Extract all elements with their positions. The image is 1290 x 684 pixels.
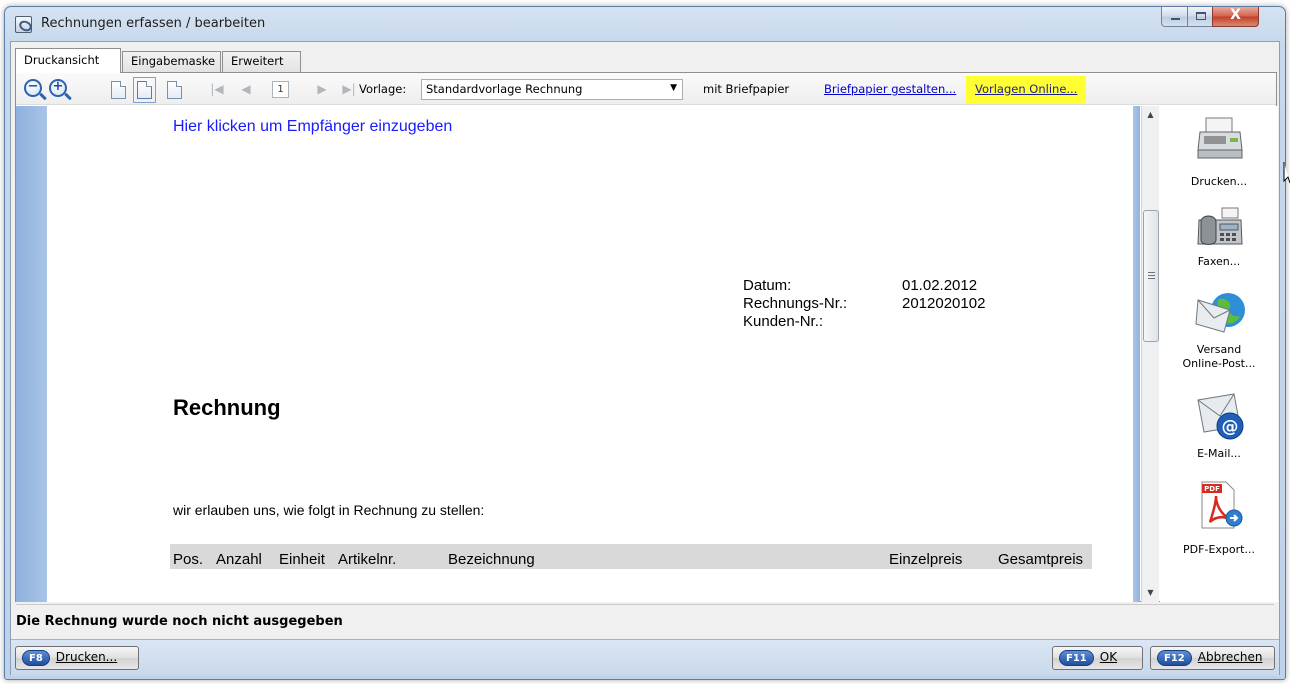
window-title: Rechnungen erfassen / bearbeiten (41, 16, 266, 31)
maximize-button[interactable] (1187, 7, 1213, 27)
cancel-button[interactable]: F12 Abbrechen (1150, 646, 1275, 670)
title-bar: Rechnungen erfassen / bearbeiten X (5, 7, 1285, 41)
online-post-icon (1195, 293, 1245, 333)
svg-text:PDF: PDF (1204, 485, 1220, 493)
print-action-label: Drucken... (1190, 175, 1248, 188)
chevron-down-icon: ▼ (670, 83, 677, 93)
invoice-number-label: Rechnungs-Nr.: (743, 295, 848, 312)
page-width-view-button[interactable] (133, 77, 156, 103)
print-preview-panel: − + |◀ ◀ 1 ▶ ▶| Vorlage: Standardvorlage… (15, 72, 1278, 602)
print-action-button[interactable]: Drucken... (1160, 112, 1278, 198)
customer-number-label: Kunden-Nr.: (743, 313, 824, 330)
invoice-number-value: 2012020102 (902, 295, 986, 312)
f12-key-badge: F12 (1157, 650, 1192, 666)
page-number-field[interactable]: 1 (272, 81, 289, 98)
template-select-value: Standardvorlage Rechnung (426, 82, 583, 96)
recipient-placeholder-link[interactable]: Hier klicken um Empfänger einzugeben (173, 118, 452, 136)
status-message: Die Rechnung wurde noch nicht ausgegeben (16, 604, 1274, 636)
minimize-button[interactable] (1161, 7, 1188, 27)
printer-icon (1197, 117, 1243, 159)
email-action-button[interactable]: @ E-Mail... (1160, 388, 1278, 470)
cancel-button-label: Abbrechen (1197, 650, 1263, 664)
previous-page-icon[interactable]: ◀ (239, 82, 253, 96)
window-content: Druckansicht Eingabemaske Erweitert − + … (10, 41, 1280, 676)
zoom-out-button[interactable]: − (24, 79, 42, 97)
design-letterhead-link[interactable]: Briefpapier gestalten... (824, 82, 956, 96)
date-value: 01.02.2012 (902, 277, 978, 294)
document-heading: Rechnung (173, 395, 281, 420)
tab-druckansicht[interactable]: Druckansicht (15, 48, 121, 73)
ok-button[interactable]: F11 OK (1052, 646, 1143, 670)
letterhead-label: mit Briefpapier (703, 82, 790, 96)
online-post-action-button[interactable]: Versand Online-Post... (1160, 286, 1278, 384)
col-header-gesamtpreis: Gesamtpreis (998, 551, 1084, 568)
fax-action-label: Faxen... (1197, 255, 1241, 268)
maximize-icon (1196, 12, 1206, 20)
col-header-bezeichnung: Bezeichnung (448, 551, 535, 568)
online-post-label-line1: Versand (1196, 343, 1242, 356)
col-header-artikelnr: Artikelnr. (338, 551, 397, 568)
tab-erweitert[interactable]: Erweitert (222, 51, 301, 72)
f11-key-badge: F11 (1059, 650, 1094, 666)
app-icon (15, 16, 32, 33)
pdf-export-action-button[interactable]: PDF PDF-Export... (1160, 476, 1278, 566)
print-button[interactable]: F8 Drucken... (15, 646, 139, 670)
date-label: Datum: (743, 277, 792, 294)
single-page-view-button[interactable] (111, 81, 126, 99)
grip-icon (1148, 272, 1155, 279)
col-header-pos: Pos. (173, 551, 204, 568)
close-button[interactable]: X (1212, 7, 1259, 27)
fax-icon (1197, 207, 1243, 245)
first-page-icon[interactable]: |◀ (210, 82, 224, 96)
document-preview: Hier klicken um Empfänger einzugeben Dat… (16, 106, 1140, 602)
col-header-einheit: Einheit (279, 551, 325, 568)
col-header-einzelpreis: Einzelpreis (889, 551, 963, 568)
scroll-down-icon[interactable]: ▼ (1142, 588, 1159, 597)
pdf-export-action-label: PDF-Export... (1183, 543, 1255, 556)
ok-button-label: OK (1099, 650, 1118, 664)
email-action-label: E-Mail... (1197, 447, 1241, 460)
template-select[interactable]: Standardvorlage Rechnung ▼ (421, 79, 683, 100)
email-icon: @ (1197, 393, 1244, 440)
scrollbar-thumb[interactable] (1143, 210, 1159, 342)
next-page-icon[interactable]: ▶ (315, 82, 329, 96)
zoom-out-icon: − (27, 79, 39, 94)
preview-toolbar: − + |◀ ◀ 1 ▶ ▶| Vorlage: Standardvorlage… (16, 73, 1276, 105)
zoom-in-button[interactable]: + (49, 79, 67, 97)
page-margin-right (1133, 106, 1140, 602)
svg-text:@: @ (1222, 417, 1239, 437)
main-window: Rechnungen erfassen / bearbeiten X Druck… (4, 6, 1286, 680)
pdf-export-icon: PDF (1201, 481, 1243, 529)
minimize-icon (1171, 18, 1180, 20)
output-actions-panel: Drucken... Faxen... Versand Online-Post.… (1160, 106, 1278, 602)
intro-text: wir erlauben uns, wie folgt in Rechnung … (173, 502, 485, 518)
print-button-label: Drucken... (55, 650, 118, 664)
close-icon: X (1230, 7, 1241, 23)
col-header-anzahl: Anzahl (216, 551, 262, 568)
mouse-cursor-icon (1283, 162, 1290, 184)
fax-action-button[interactable]: Faxen... (1160, 202, 1278, 282)
online-templates-link[interactable]: Vorlagen Online... (966, 76, 1087, 104)
tab-eingabemaske[interactable]: Eingabemaske (122, 51, 221, 72)
last-page-icon[interactable]: ▶| (342, 82, 356, 96)
scroll-up-icon[interactable]: ▲ (1142, 110, 1159, 119)
f8-key-badge: F8 (22, 650, 50, 666)
zoom-in-icon: + (52, 79, 64, 94)
preview-scrollbar[interactable]: ▲ ▼ (1141, 106, 1159, 602)
page-margin-left (16, 106, 47, 602)
full-page-view-button[interactable] (167, 81, 182, 99)
button-bar: F8 Drucken... F11 OK F12 Abbrechen (11, 639, 1279, 676)
template-label: Vorlage: (359, 82, 407, 96)
online-post-label-line2: Online-Post... (1182, 357, 1256, 370)
